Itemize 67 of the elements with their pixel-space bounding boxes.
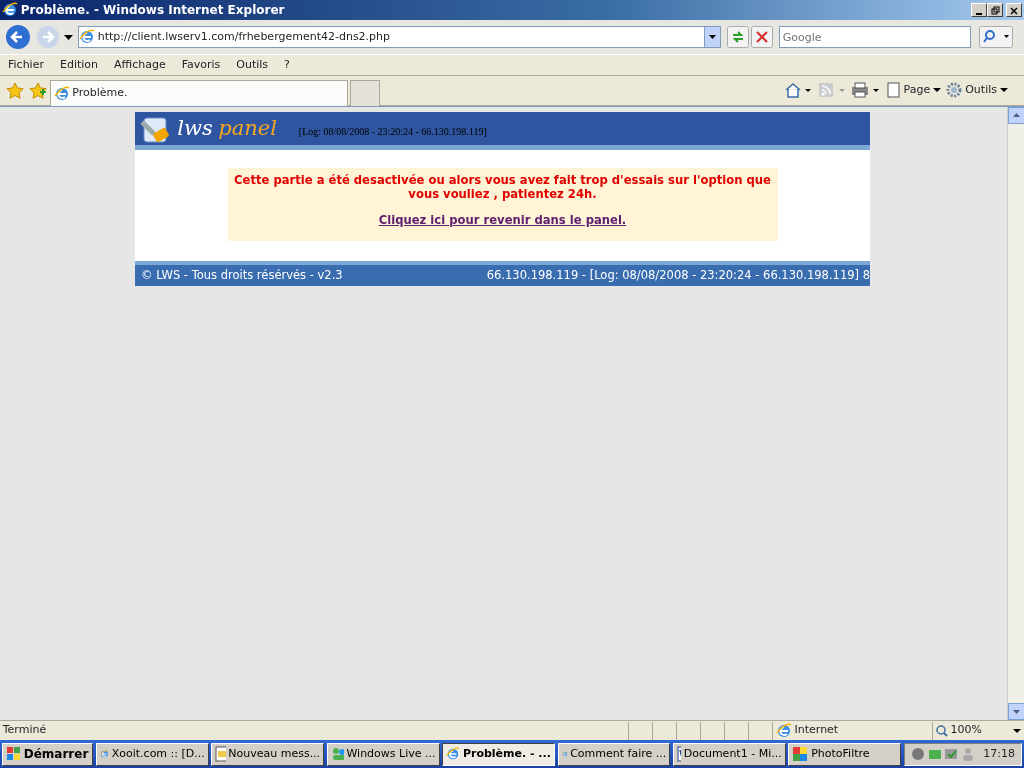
gear-icon [946,81,963,98]
return-link[interactable]: Cliquez ici pour revenir dans le panel. [378,213,627,227]
taskbar-item[interactable]: Xooit.com :: [D... [96,742,209,766]
taskbar-item[interactable]: Comment faire ... [557,742,671,766]
menu-item[interactable]: Outils [228,56,277,74]
clock: 17:18 [983,745,1016,762]
caret-icon [999,87,1008,92]
search-button[interactable] [979,26,1013,48]
menu-item[interactable]: Affichage [106,56,174,74]
taskbar-item[interactable]: Document1 - Mi... [673,742,786,766]
scroll-down-button[interactable] [1008,703,1024,720]
people-icon [330,746,344,762]
footer-log-text: 66.130.198.119 - [Log: 08/08/2008 - 23:20:24 - 66.130.198.119] 8 [486,267,870,285]
scrollbar[interactable] [1007,107,1024,720]
status-text: Terminé [1,722,48,739]
globe-e-icon [53,85,70,102]
printer-icon[interactable] [851,81,882,98]
menu-item[interactable]: ? [276,56,298,74]
caret-icon [932,87,941,92]
browser-tab[interactable]: Problème. [49,80,348,106]
zone-text: Internet [794,722,839,739]
search-field[interactable]: Google [778,26,971,48]
menu-item[interactable]: Fichier [0,56,52,74]
star-icon[interactable] [5,81,24,100]
color-grid-icon [792,746,809,762]
taskbar-item[interactable]: Windows Live ... [326,742,440,766]
menu-item[interactable]: Edition [51,56,106,74]
log-text: [Log: 08/08/2008 - 23:20:24 - 66.130.198.119] [298,124,487,139]
start-button[interactable]: Démarrer [2,742,94,766]
restore-icon [990,6,1000,15]
taskbar-item[interactable]: PhotoFiltre [788,742,902,766]
add-star-icon[interactable] [29,81,47,100]
security-icon[interactable] [944,747,959,761]
zoom-control[interactable]: 100% [932,721,1024,740]
back-button[interactable] [4,23,32,51]
document-w-icon [677,746,681,762]
caret-icon [1013,728,1022,733]
taskbar-item[interactable]: Nouveau mess... [211,742,325,766]
close-icon [1010,6,1018,15]
menu-item[interactable]: Favoris [173,56,229,74]
restore-button[interactable] [987,3,1004,17]
close-button[interactable] [1006,3,1022,17]
copyright-text: © LWS - Tous droits résérvés - v2.3 [141,267,343,285]
caret-icon [709,35,716,39]
taskbar-item[interactable]: Problème. - ... [442,742,555,766]
dropdown-button[interactable] [704,27,720,47]
caret-icon[interactable] [63,34,73,40]
windows-logo-icon [7,747,21,761]
window-title: Problème. - Windows Internet Explorer [20,2,285,19]
home-icon[interactable] [784,81,813,98]
error-message: Cette partie a été desactivée ou alors vous avez fait trop d'essais sur l'option que vous vouliez , patientez 24h. [233,173,772,201]
globe-icon [775,722,792,739]
minimize-icon [976,12,983,15]
logo-text: lws [177,114,213,142]
globe-e-icon [446,746,461,762]
stop-button[interactable] [751,26,774,48]
address-field[interactable]: http://client.lwserv1.com/frhebergement42-dns2.php [78,26,721,48]
magnifier-icon [935,724,948,737]
globe-e-icon [2,2,18,18]
minimize-button[interactable] [971,3,988,17]
command-button[interactable]: Page [886,81,941,98]
logo-text: panel [218,114,277,142]
scroll-up-button[interactable] [1008,107,1024,124]
refresh-button[interactable] [726,26,749,48]
command-button[interactable]: Outils [946,81,1008,98]
speaker-icon[interactable] [910,747,925,761]
document-icon [215,746,226,762]
